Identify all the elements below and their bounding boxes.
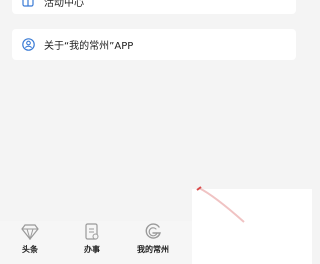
tab-label: 我的常州: [137, 245, 169, 254]
diamond-icon: [20, 222, 40, 242]
watermark-logo: [196, 186, 245, 223]
menu-item-about-app[interactable]: 关于“我的常州”APP: [12, 29, 296, 60]
tab-label: 办事: [84, 245, 100, 254]
document-icon: [82, 222, 102, 242]
menu-item-activity-center[interactable]: 活动中心: [12, 0, 296, 14]
tab-wode-changzhou[interactable]: 我的常州: [131, 222, 175, 258]
tab-label: 头条: [22, 245, 38, 254]
tab-banshi[interactable]: 办事: [70, 222, 114, 258]
activity-icon: [21, 0, 35, 8]
spiral-icon: [143, 222, 163, 242]
user-circle-icon: [21, 38, 35, 52]
menu-item-label: 活动中心: [44, 0, 84, 9]
menu-item-label: 关于“我的常州”APP: [44, 41, 134, 52]
tab-toutiao[interactable]: 头条: [8, 222, 52, 258]
